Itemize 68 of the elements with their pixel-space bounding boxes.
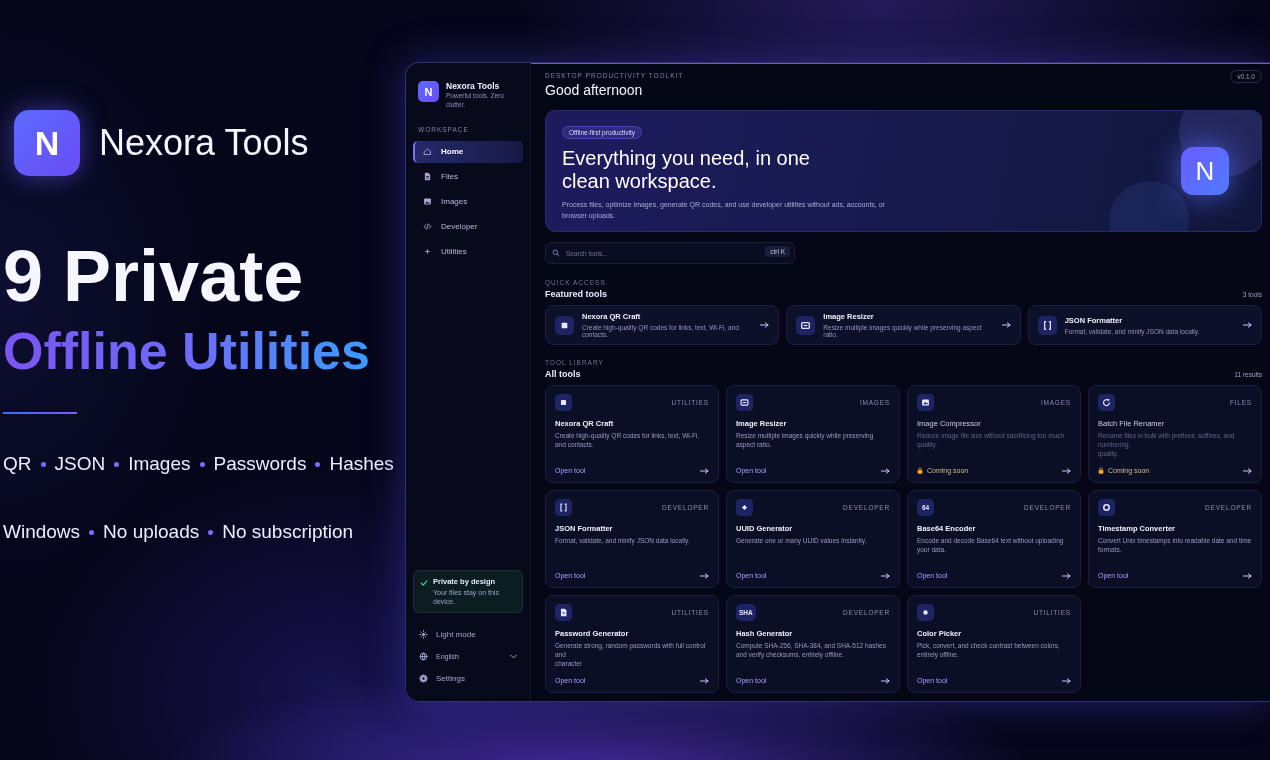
arrow-right-icon (1001, 322, 1011, 328)
arrow-right-icon (881, 467, 890, 474)
plus-icon (423, 247, 432, 257)
bullet-dot-icon (89, 529, 95, 535)
square-icon (555, 394, 572, 411)
settings-link[interactable]: Settings (413, 667, 523, 689)
feature-label: Images (128, 452, 191, 476)
headline: 9 Private (3, 236, 304, 316)
ring-icon (1098, 499, 1115, 516)
arrow-right-icon (700, 572, 709, 579)
gear-icon (419, 673, 428, 683)
arrow-right-icon (1062, 572, 1071, 579)
app-logo: N (1181, 147, 1229, 195)
feature-label: No uploads (103, 520, 200, 544)
brackets-icon (1037, 315, 1057, 335)
nav-item[interactable]: Home (413, 140, 523, 163)
arrow-right-icon (1243, 572, 1252, 579)
feature-label: Windows (3, 520, 81, 544)
image-icon (423, 197, 432, 207)
bullet-dot-icon (208, 529, 214, 535)
arrow-right-icon (881, 677, 890, 684)
check-icon (420, 578, 428, 587)
frame-icon (736, 394, 753, 411)
feature-label: JSON (54, 452, 106, 476)
arrow-right-icon (1062, 677, 1071, 684)
app-name: Nexora Tools (446, 81, 501, 91)
bullet-dot-icon (114, 461, 120, 467)
brand-name: Nexora Tools (99, 122, 309, 164)
brackets-icon (555, 499, 572, 516)
arrow-right-icon (881, 572, 890, 579)
nav-item[interactable]: Files (413, 165, 523, 188)
search-icon (552, 249, 560, 257)
arrow-right-icon (760, 322, 770, 328)
app-logo: N (14, 110, 80, 176)
nav-item[interactable]: Utilities (413, 240, 523, 263)
arrow-right-icon (1062, 467, 1071, 474)
section-title: All tools (545, 369, 581, 379)
feature-label: Passwords (213, 452, 307, 476)
feature-label: QR (3, 452, 32, 476)
square-icon (555, 315, 574, 335)
arrow-right-icon (1243, 467, 1252, 474)
bullet-dot-icon (315, 461, 321, 467)
globe-icon (419, 651, 428, 661)
lock-icon (917, 467, 923, 474)
theme-toggle[interactable]: Light mode (413, 623, 523, 645)
section-title: Featured tools (545, 289, 607, 299)
home-icon (423, 147, 432, 157)
bullet-dot-icon (40, 461, 46, 467)
app-logo: N (418, 81, 439, 102)
rotate-icon (1098, 394, 1115, 411)
greeting-title: Good afternoon (545, 82, 644, 98)
feature-label: No subscription (222, 520, 354, 544)
arrow-right-icon (700, 677, 709, 684)
nav-item[interactable]: Images (413, 190, 523, 213)
lock-icon (1098, 467, 1104, 474)
sun-icon (419, 629, 428, 639)
feature-label: Hashes (329, 452, 394, 476)
frame-icon (796, 315, 816, 335)
code-icon (423, 222, 432, 232)
document-icon (555, 604, 572, 621)
arrow-right-icon (700, 467, 709, 474)
image-icon (917, 394, 934, 411)
hero-title: Everything you need, in one clean workspace. (562, 147, 811, 193)
chevron-down-icon (510, 653, 517, 659)
document-icon (423, 172, 432, 182)
nav-item[interactable]: Developer (413, 215, 523, 238)
arrow-right-icon (1243, 322, 1252, 328)
bullet-dot-icon (199, 461, 205, 467)
